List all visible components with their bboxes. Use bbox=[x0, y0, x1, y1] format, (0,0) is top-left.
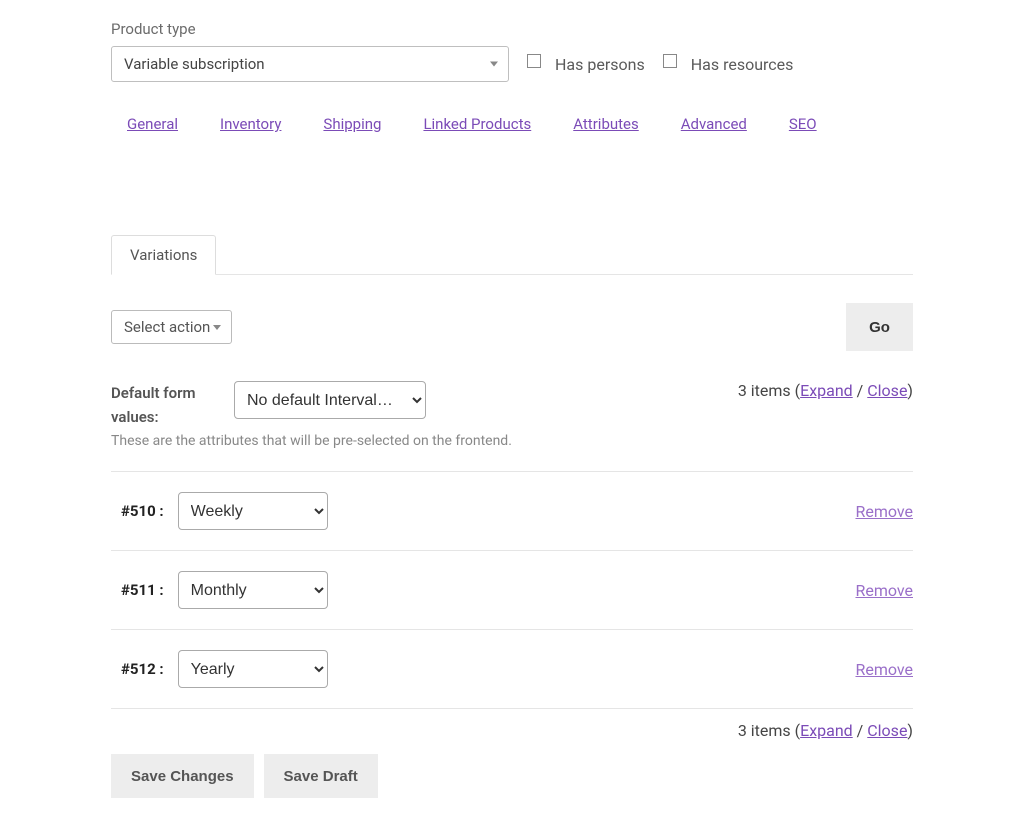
product-type-select[interactable]: Variable subscription bbox=[111, 46, 509, 82]
has-resources-label: Has resources bbox=[691, 55, 794, 74]
items-count-text: 3 items ( bbox=[738, 721, 800, 740]
tab-linked-products[interactable]: Linked Products bbox=[423, 107, 531, 151]
tab-variations[interactable]: Variations bbox=[111, 235, 216, 275]
remove-variation-link[interactable]: Remove bbox=[855, 581, 913, 600]
product-type-label: Product type bbox=[111, 20, 913, 38]
has-resources-checkbox[interactable] bbox=[663, 54, 677, 68]
save-draft-button[interactable]: Save Draft bbox=[264, 754, 378, 798]
chevron-down-icon bbox=[213, 325, 221, 330]
variation-row: #512 : Yearly Remove bbox=[111, 629, 913, 708]
tab-attributes[interactable]: Attributes bbox=[573, 107, 639, 151]
has-persons-label: Has persons bbox=[555, 55, 645, 74]
go-button[interactable]: Go bbox=[846, 303, 913, 351]
tab-seo[interactable]: SEO bbox=[789, 107, 817, 151]
variation-id: #510 : bbox=[121, 502, 164, 520]
variation-value-select[interactable]: Weekly bbox=[178, 492, 328, 530]
tab-shipping[interactable]: Shipping bbox=[323, 107, 381, 151]
select-action-dropdown[interactable]: Select action bbox=[111, 310, 232, 344]
variation-id: #512 : bbox=[121, 660, 164, 678]
save-changes-button[interactable]: Save Changes bbox=[111, 754, 254, 798]
default-help-text: These are the attributes that will be pr… bbox=[111, 433, 913, 449]
variation-id: #511 : bbox=[121, 581, 164, 599]
variation-value-select[interactable]: Yearly bbox=[178, 650, 328, 688]
default-form-values-label: Default form values: bbox=[111, 381, 216, 429]
tab-inventory[interactable]: Inventory bbox=[220, 107, 281, 151]
expand-link[interactable]: Expand bbox=[800, 381, 853, 400]
expand-link[interactable]: Expand bbox=[800, 721, 853, 740]
items-count-text: 3 items ( bbox=[738, 381, 800, 400]
variation-value-select[interactable]: Monthly bbox=[178, 571, 328, 609]
tab-general[interactable]: General bbox=[127, 107, 178, 151]
remove-variation-link[interactable]: Remove bbox=[855, 660, 913, 679]
close-link[interactable]: Close bbox=[867, 721, 907, 740]
variation-row: #511 : Monthly Remove bbox=[111, 550, 913, 629]
has-persons-checkbox[interactable] bbox=[527, 54, 541, 68]
product-type-value: Variable subscription bbox=[124, 55, 265, 73]
variation-row: #510 : Weekly Remove bbox=[111, 471, 913, 550]
default-form-values-select[interactable]: No default Interval… bbox=[234, 381, 426, 419]
product-tabs: General Inventory Shipping Linked Produc… bbox=[111, 107, 913, 275]
items-info-bottom: 3 items (Expand / Close) bbox=[111, 708, 913, 740]
remove-variation-link[interactable]: Remove bbox=[855, 502, 913, 521]
close-link[interactable]: Close bbox=[867, 381, 907, 400]
tab-advanced[interactable]: Advanced bbox=[681, 107, 747, 151]
select-action-label: Select action bbox=[124, 318, 210, 336]
items-info-top: 3 items (Expand / Close) bbox=[738, 381, 913, 400]
chevron-down-icon bbox=[490, 62, 498, 67]
